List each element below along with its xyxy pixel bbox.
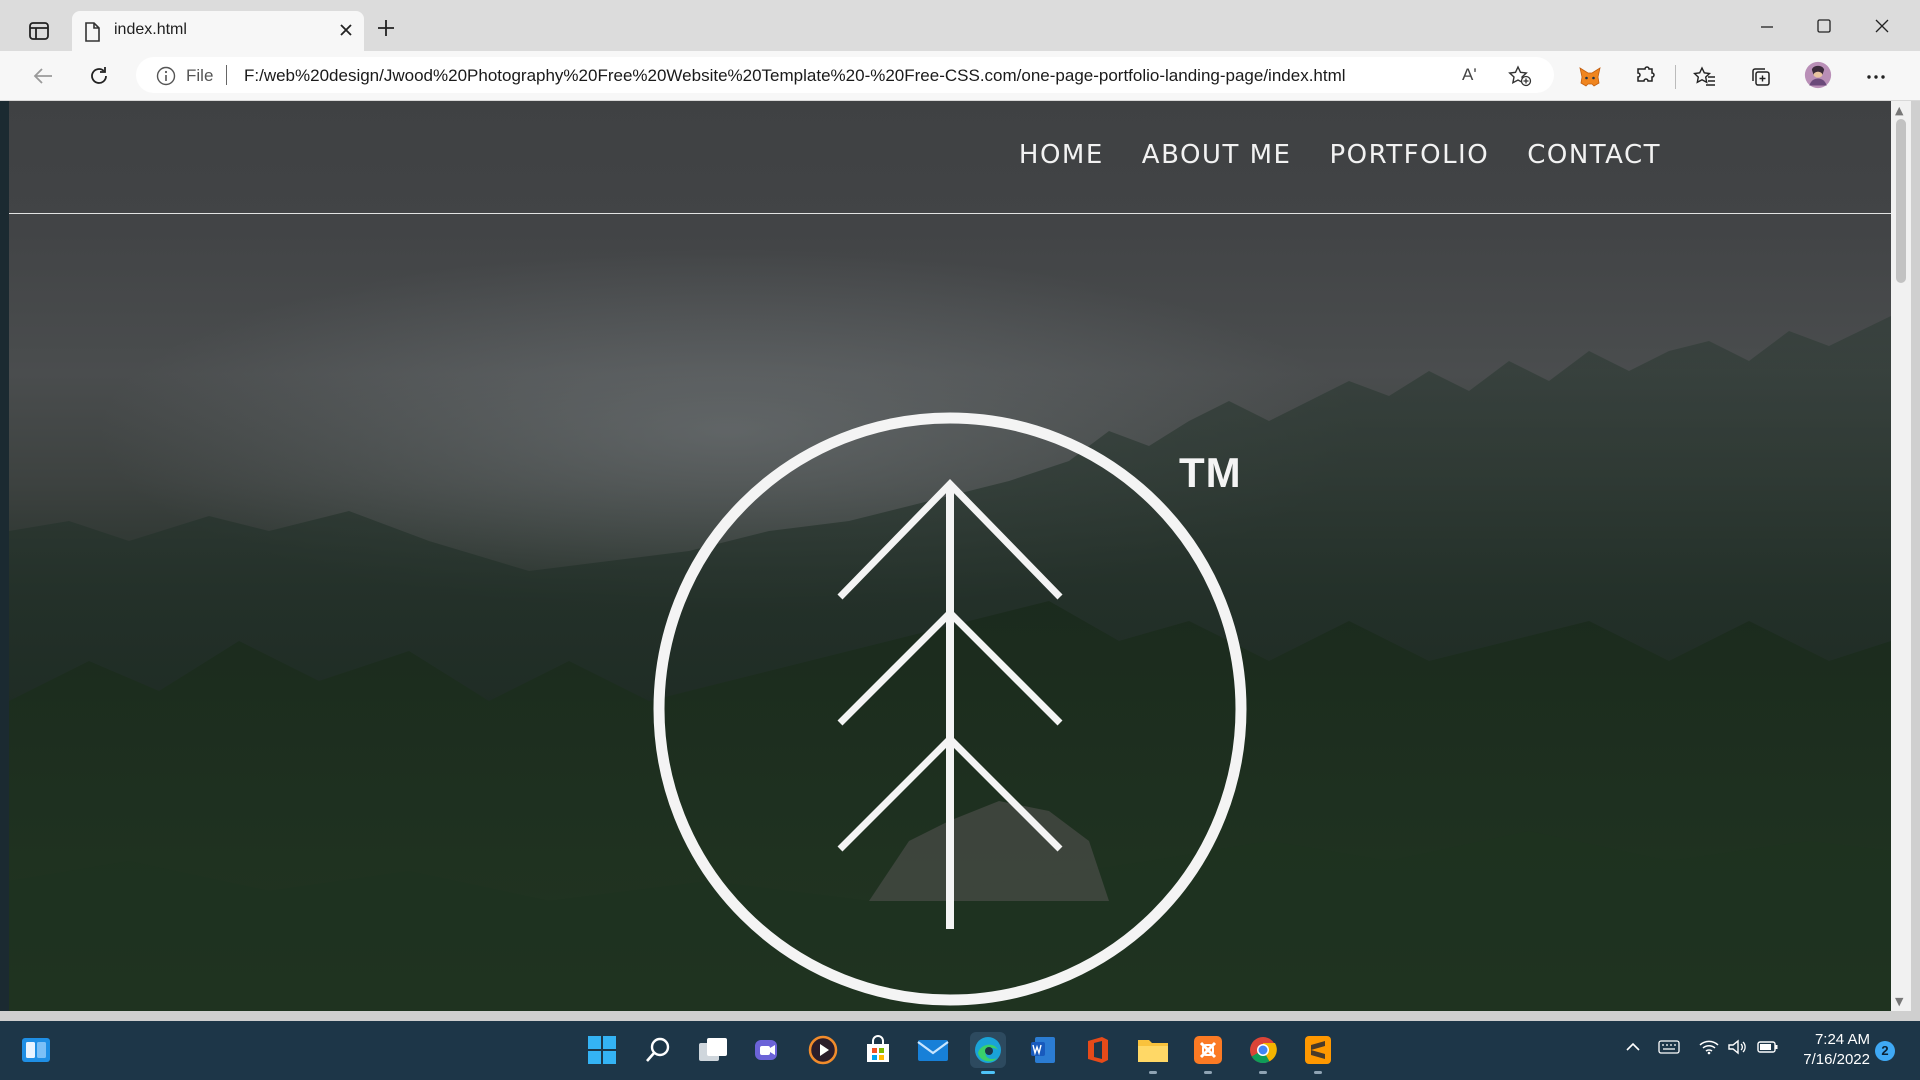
refresh-icon[interactable] [86,63,112,89]
read-aloud-icon[interactable]: Aʹ [1462,65,1477,85]
media-player-icon[interactable] [805,1032,841,1068]
search-icon[interactable] [640,1032,676,1068]
page-scrollbar[interactable]: ▲ ▼ [1891,101,1911,1011]
back-icon[interactable] [30,63,56,89]
running-indicator [1314,1071,1322,1074]
sublime-icon[interactable] [1300,1032,1336,1074]
start-icon[interactable] [584,1032,620,1068]
wifi-icon[interactable] [1699,1039,1719,1059]
toolbar-divider [1675,65,1676,89]
active-indicator [981,1071,995,1074]
divider [226,65,227,85]
scroll-thumb[interactable] [1896,119,1906,283]
info-icon[interactable] [156,66,176,90]
running-indicator [1204,1071,1212,1074]
edge-icon[interactable] [970,1032,1006,1074]
scroll-down-icon[interactable]: ▼ [1895,995,1903,1008]
scroll-up-icon[interactable]: ▲ [1895,104,1903,117]
clock-time: 7:24 AM [1814,1031,1870,1048]
word-icon[interactable] [1025,1032,1061,1068]
metamask-icon[interactable] [1576,63,1604,91]
tree-logo [653,412,1247,1006]
page-viewport: HOME ABOUT ME PORTFOLIO CONTACT TM [9,101,1891,1011]
address-bar-row: File F:/web%20design/Jwood%20Photography… [0,51,1920,101]
scheme-label: File [186,66,214,85]
tab-title: index.html [114,21,187,38]
store-icon[interactable] [860,1032,896,1068]
window-frame [1911,101,1920,1016]
window-close-icon[interactable] [1868,14,1896,38]
window-frame-bottom [0,1011,1920,1021]
address-field[interactable]: File F:/web%20design/Jwood%20Photography… [136,57,1554,93]
battery-icon[interactable] [1756,1039,1780,1059]
extensions-icon[interactable] [1631,63,1659,91]
widgets-icon[interactable] [18,1032,54,1068]
url-text[interactable]: F:/web%20design/Jwood%20Photography%20Fr… [244,66,1346,86]
close-icon[interactable] [338,22,354,42]
minimize-icon[interactable] [1753,14,1781,38]
sidebar-icon[interactable] [24,18,54,44]
office-icon[interactable] [1080,1032,1116,1068]
running-indicator [1259,1071,1267,1074]
teams-icon[interactable] [750,1032,786,1068]
browser-tab-bar: index.html [0,0,1920,52]
collections-icon[interactable] [1747,63,1775,91]
trademark-mark: TM [1179,449,1242,496]
page-icon [84,22,100,46]
file-explorer-icon[interactable] [1135,1032,1171,1074]
add-favorite-icon[interactable] [1508,65,1532,91]
browser-tab[interactable]: index.html [72,11,364,52]
clock-date: 7/16/2022 [1803,1051,1870,1068]
notification-badge[interactable]: 2 [1875,1041,1895,1061]
chevron-up-icon[interactable] [1624,1039,1642,1059]
task-view-icon[interactable] [695,1032,731,1068]
favorites-icon[interactable] [1691,63,1719,91]
more-icon[interactable] [1862,63,1890,91]
running-indicator [1149,1071,1157,1074]
profile-icon[interactable] [1804,61,1832,89]
system-clock[interactable]: 7:24 AM 7/16/2022 [1790,1030,1870,1070]
taskbar: 7:24 AM 7/16/2022 2 [0,1021,1920,1080]
maximize-icon[interactable] [1810,14,1838,38]
volume-icon[interactable] [1727,1039,1747,1059]
keyboard-icon[interactable] [1658,1039,1680,1059]
xampp-icon[interactable] [1190,1032,1226,1074]
new-tab-icon[interactable] [376,18,396,42]
mail-icon[interactable] [915,1032,951,1068]
chrome-icon[interactable] [1245,1032,1281,1074]
